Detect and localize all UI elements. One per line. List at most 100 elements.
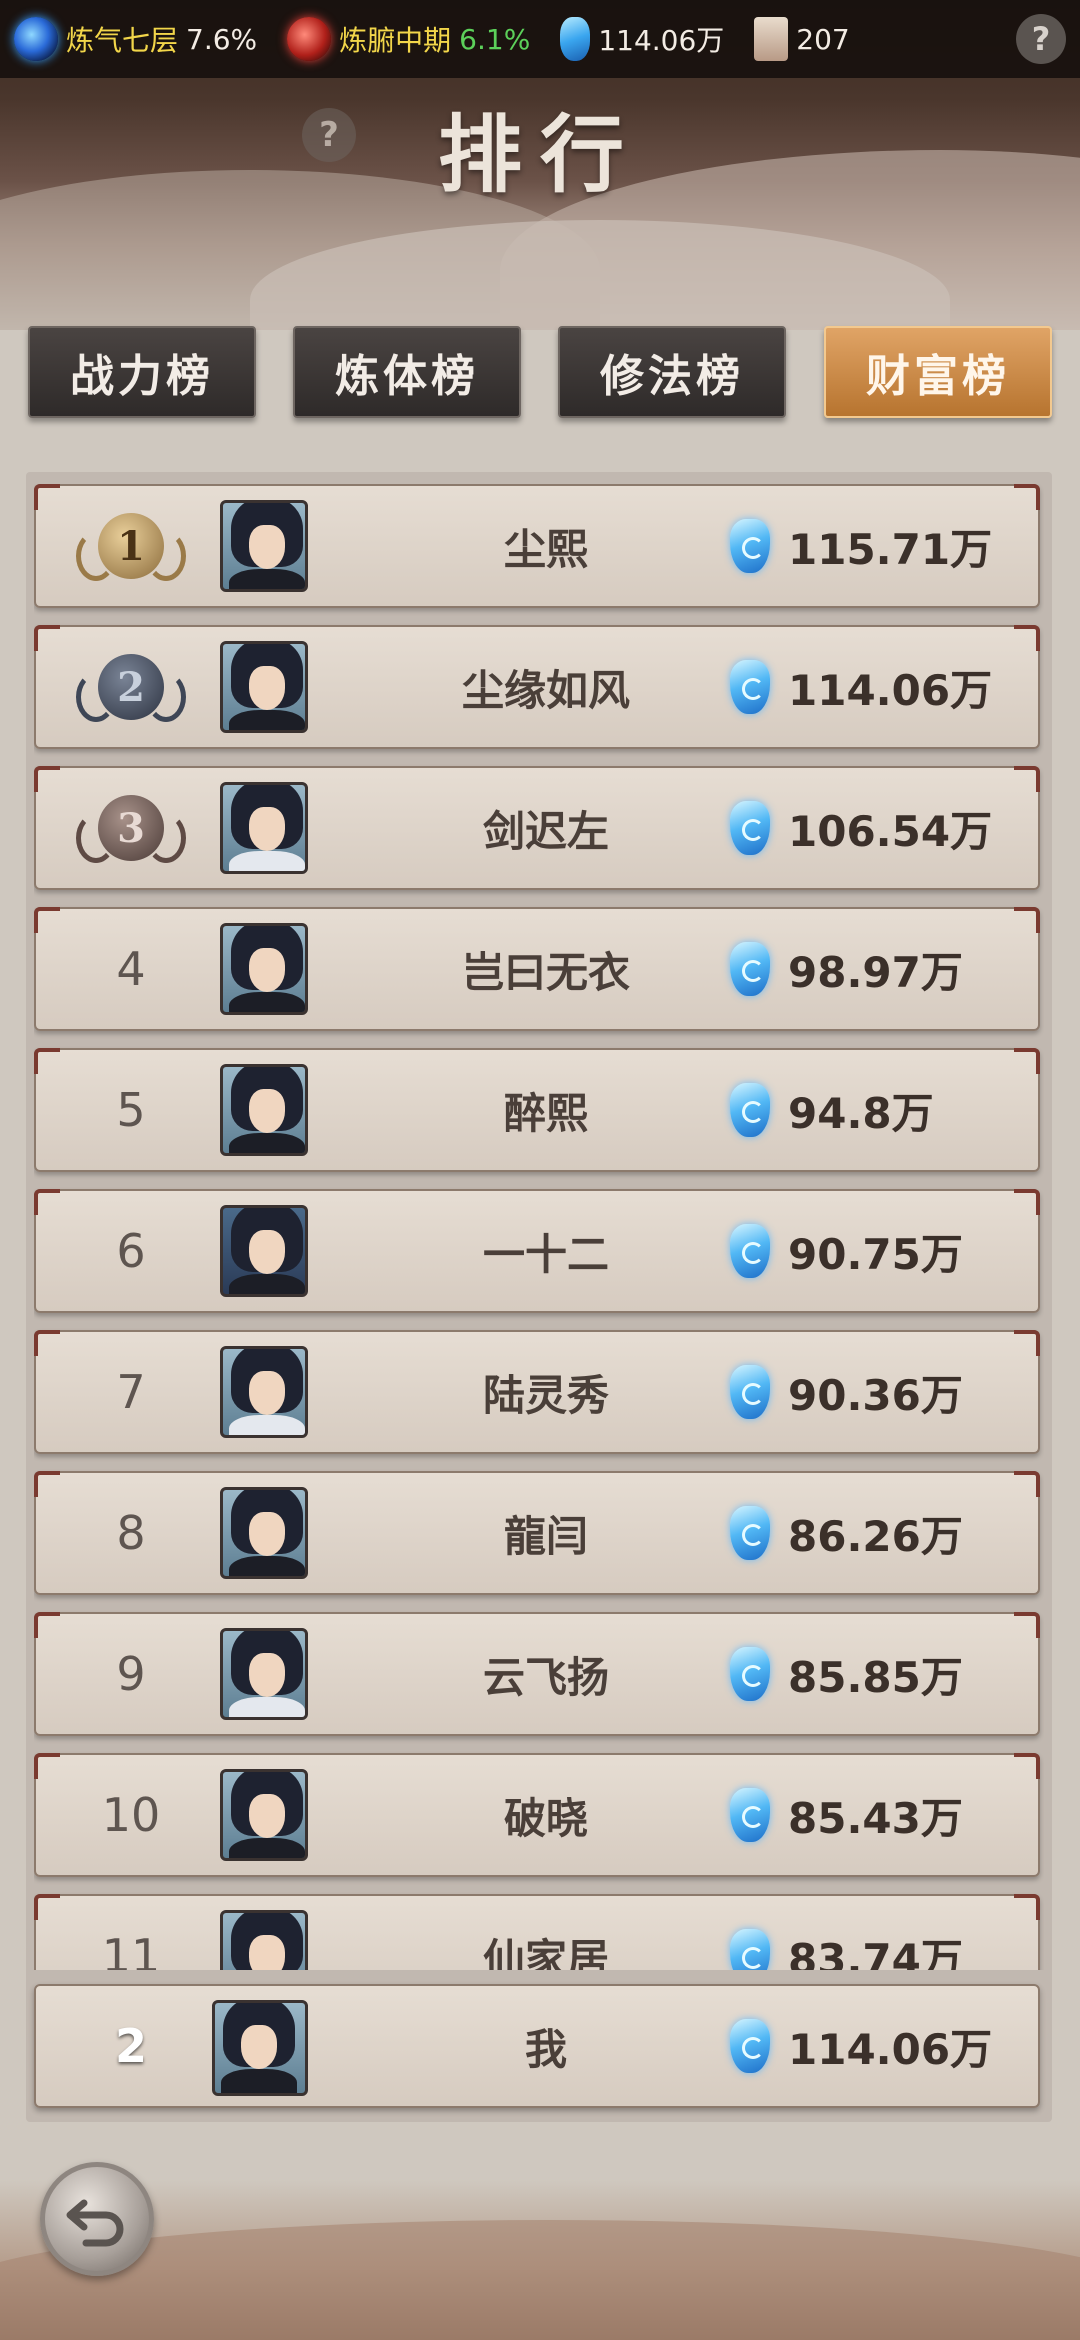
my-wealth-cell: 114.06万 [730,1986,1030,2106]
table-row[interactable]: 7 陆灵秀 90.36万 [34,1330,1040,1454]
tab-combat-power[interactable]: 战力榜 [28,326,256,418]
player-name: 尘缘如风 [461,665,630,715]
rank-cell: 1 [76,486,186,606]
avatar[interactable] [220,1064,308,1156]
player-name: 仙家居 [482,1934,609,1971]
rank-number: 6 [116,1224,146,1278]
my-name: 我 [524,2024,567,2074]
spirit-stone-icon [730,1224,770,1278]
player-name: 岂曰无衣 [461,947,630,997]
wealth-value: 115.71万 [788,524,993,574]
title-help-icon[interactable]: ? [302,108,356,162]
wealth-cell: 106.54万 [730,768,1030,888]
tab-cultivation[interactable]: 修法榜 [558,326,786,418]
player-name: 陆灵秀 [482,1370,609,1420]
table-row[interactable]: 5 醉熙 94.8万 [34,1048,1040,1172]
wealth-value: 94.8万 [788,1088,934,1138]
scroll-icon [754,17,789,61]
back-button[interactable] [40,2162,154,2276]
realm-label: 炼气七层 [66,24,179,57]
avatar[interactable] [220,1346,308,1438]
avatar[interactable] [220,1487,308,1579]
currency-value: 114.06万 [598,24,725,57]
rank-cell: 3 [76,768,186,888]
player-name: 一十二 [482,1229,609,1279]
red-crystal-icon [287,17,332,61]
wealth-cell: 90.36万 [730,1332,1030,1452]
table-row[interactable]: 10 破晓 85.43万 [34,1753,1040,1877]
wealth-cell: 90.75万 [730,1191,1030,1311]
player-name: 醉熙 [503,1088,588,1138]
rank-number: 10 [101,1788,161,1842]
wealth-value: 85.85万 [788,1652,963,1702]
my-avatar[interactable] [212,2000,308,2096]
avatar[interactable] [220,923,308,1015]
page-title: 排行 [437,105,642,204]
rank-number: 8 [116,1506,146,1560]
spirit-stone-icon [730,942,770,996]
spirit-stone-icon [730,1788,770,1842]
body-label: 炼腑中期 [339,24,452,57]
status-bar: 炼气七层 7.6% 炼腑中期 6.1% 114.06万 207 ? [0,0,1080,78]
tab-wealth[interactable]: 财富榜 [824,326,1052,418]
gold-medal-icon: 1 [76,513,186,581]
wealth-value: 114.06万 [788,665,993,715]
spirit-stone-icon [730,801,770,855]
spirit-stone-icon [730,1365,770,1419]
rank-number: 7 [116,1365,146,1419]
avatar[interactable] [220,1910,308,1970]
spirit-stone-icon [730,1506,770,1560]
wealth-value: 90.75万 [788,1229,963,1279]
avatar[interactable] [220,1205,308,1297]
table-row[interactable]: 4 岂曰无衣 98.97万 [34,907,1040,1031]
realm-percent: 7.6% [186,22,258,56]
wealth-value: 90.36万 [788,1370,963,1420]
wealth-value: 85.43万 [788,1793,963,1843]
table-row[interactable]: 1 尘熙 115.71万 [34,484,1040,608]
rank-number: 9 [116,1647,146,1701]
wealth-cell: 115.71万 [730,486,1030,606]
rank-number: 4 [116,942,146,996]
wealth-value: 98.97万 [788,947,963,997]
tab-body-refining[interactable]: 炼体榜 [293,326,521,418]
spirit-stone-icon [560,17,591,61]
spirit-stone-icon [730,2019,770,2073]
avatar[interactable] [220,641,308,733]
body-stat[interactable]: 炼腑中期 6.1% [287,17,530,61]
table-row[interactable]: 2 尘缘如风 114.06万 [34,625,1040,749]
player-name: 云飞扬 [482,1652,609,1702]
wealth-cell: 98.97万 [730,909,1030,1029]
my-wealth-value: 114.06万 [788,2024,993,2074]
wealth-cell: 85.85万 [730,1614,1030,1734]
rank-number: 11 [101,1929,161,1970]
avatar[interactable] [220,782,308,874]
wealth-value: 83.74万 [788,1934,963,1971]
player-name: 尘熙 [503,524,588,574]
avatar[interactable] [220,1769,308,1861]
avatar[interactable] [220,500,308,592]
table-row[interactable]: 8 龍闫 86.26万 [34,1471,1040,1595]
realm-stat[interactable]: 炼气七层 7.6% [14,17,257,61]
avatar[interactable] [220,1628,308,1720]
ranking-tabs: 战力榜 炼体榜 修法榜 财富榜 [28,326,1052,418]
spirit-stone-icon [730,519,770,573]
table-row[interactable]: 3 剑迟左 106.54万 [34,766,1040,890]
wealth-value: 86.26万 [788,1511,963,1561]
spirit-stone-icon [730,1083,770,1137]
my-rank-number: 2 [114,2019,147,2073]
spirit-stone-icon [730,1647,770,1701]
ranking-list[interactable]: 1 尘熙 115.71万 2 尘缘如风 114.06万 3 剑迟左 106.54… [34,484,1044,1970]
scroll-stat[interactable]: 207 [754,17,850,61]
back-arrow-icon [66,2199,124,2247]
silver-medal-icon: 2 [76,654,186,722]
spirit-stone-icon [730,1929,770,1970]
scroll-count: 207 [796,22,850,56]
table-row[interactable]: 11 仙家居 83.74万 [34,1894,1040,1970]
table-row[interactable]: 6 一十二 90.75万 [34,1189,1040,1313]
player-name: 剑迟左 [482,806,609,856]
table-row[interactable]: 9 云飞扬 85.85万 [34,1612,1040,1736]
my-ranking-row[interactable]: 2 我 114.06万 [34,1984,1040,2108]
help-button[interactable]: ? [1016,14,1066,64]
currency-stat[interactable]: 114.06万 [560,17,724,61]
wealth-cell: 86.26万 [730,1473,1030,1593]
